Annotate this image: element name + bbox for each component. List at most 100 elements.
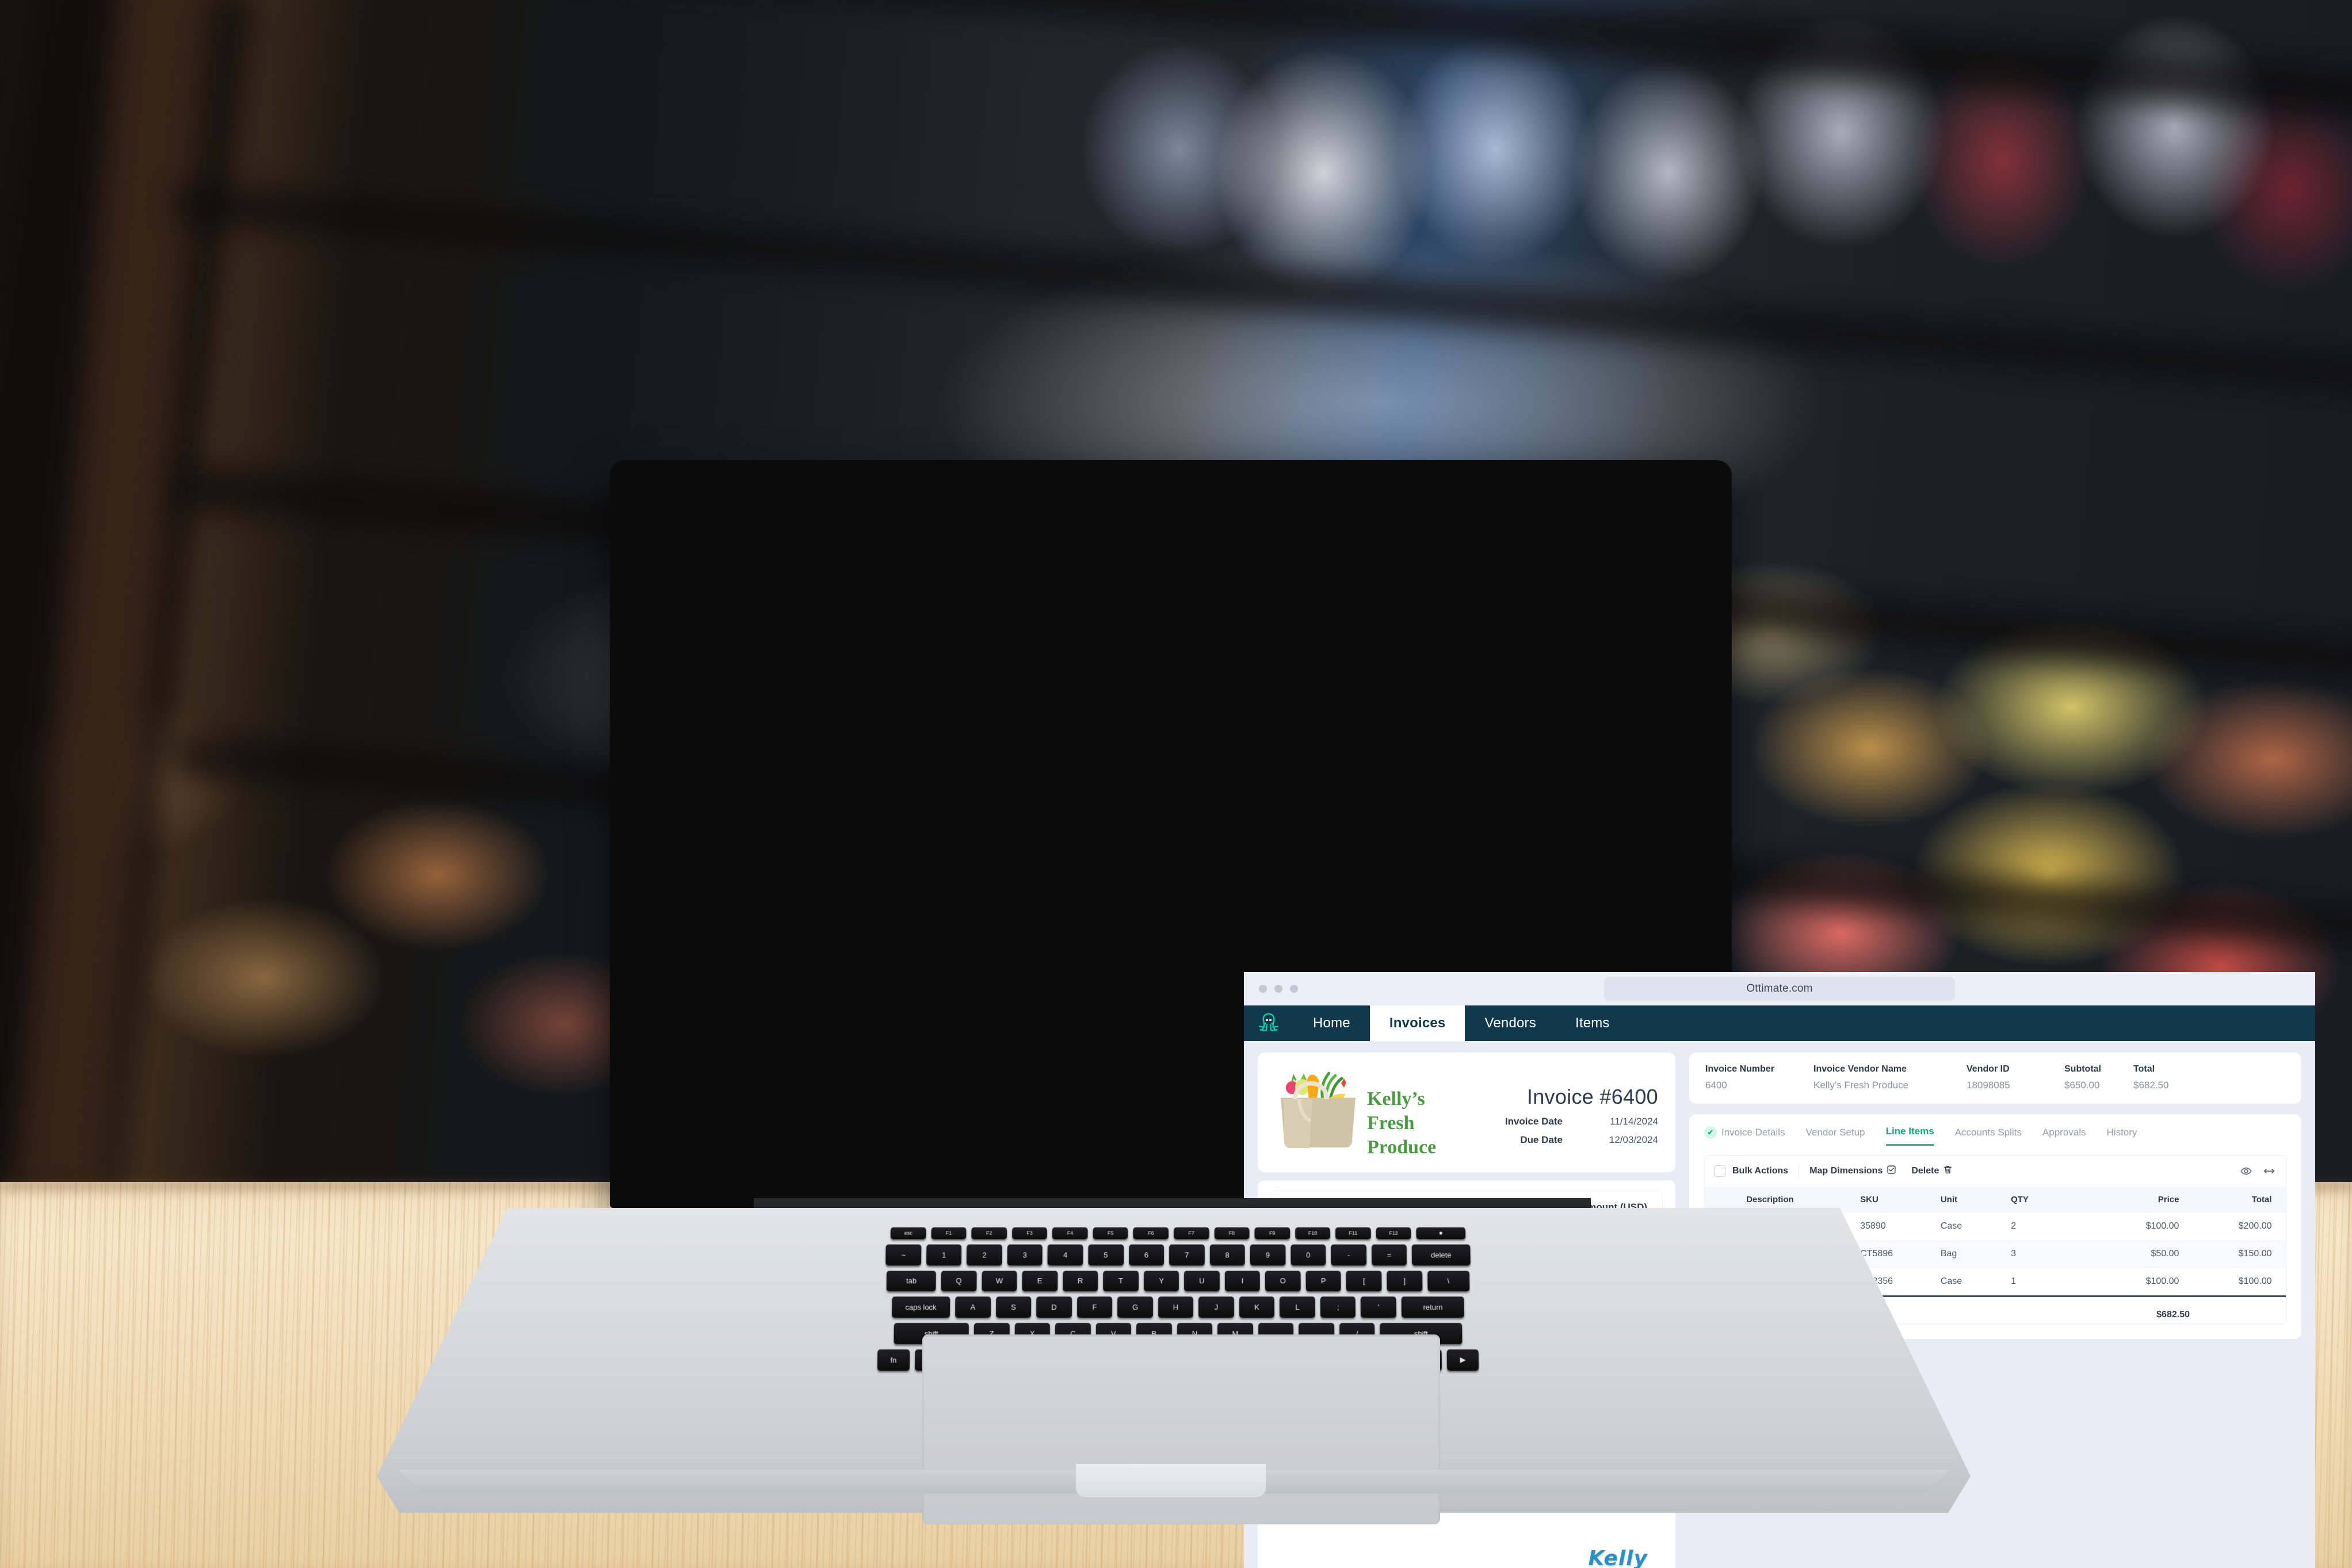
due-date-row: Due Date 12/03/2024 (1505, 1134, 1658, 1146)
keyboard-key[interactable]: E (1022, 1270, 1058, 1292)
keyboard-key[interactable]: Q (941, 1270, 977, 1292)
keyboard-key[interactable]: Y (1143, 1270, 1179, 1292)
keyboard-key[interactable]: F12 (1376, 1227, 1411, 1240)
keyboard-key[interactable]: F5 (1093, 1227, 1128, 1240)
keyboard-key[interactable]: J (1198, 1297, 1234, 1318)
delete-button[interactable]: Delete (1911, 1165, 1953, 1177)
keyboard-key[interactable]: O (1265, 1270, 1301, 1292)
invoice-date-value: 11/14/2024 (1610, 1116, 1658, 1127)
keyboard-key[interactable]: H (1158, 1297, 1194, 1318)
keyboard-key[interactable]: ] (1387, 1270, 1423, 1292)
keyboard-key[interactable]: F3 (1011, 1227, 1048, 1240)
keyboard-key[interactable]: 0 (1290, 1244, 1326, 1265)
keyboard-key[interactable]: F6 (1133, 1227, 1169, 1240)
nav-tab-items[interactable]: Items (1556, 1005, 1629, 1041)
nav-tab-home[interactable]: Home (1293, 1005, 1370, 1041)
address-bar[interactable]: Ottimate.com (1604, 977, 1955, 1001)
keyboard-key[interactable]: delete (1412, 1244, 1471, 1265)
keyboard-key[interactable]: F8 (1214, 1227, 1250, 1240)
keyboard-key[interactable]: ■ (1416, 1227, 1466, 1240)
keyboard-key[interactable]: caps lock (891, 1297, 950, 1318)
bulk-actions-label: Bulk Actions (1732, 1166, 1789, 1176)
keyboard-key[interactable]: F4 (1052, 1227, 1088, 1240)
tab-accounts-splits[interactable]: Accounts Splits (1955, 1127, 2022, 1145)
summary-value: $682.50 (2133, 1080, 2169, 1091)
tab-line-items[interactable]: Line Items (1885, 1126, 1934, 1146)
keyboard-key[interactable]: ' (1361, 1297, 1396, 1318)
check-icon: ✔ (1704, 1126, 1717, 1139)
summary-vendor-id: Vendor ID 18098085 (1967, 1064, 2059, 1091)
th-qty: QTY (2011, 1187, 2091, 1213)
keyboard-key[interactable]: 8 (1209, 1244, 1245, 1265)
keyboard-key[interactable]: tab (887, 1270, 936, 1292)
keyboard-key[interactable]: 3 (1007, 1244, 1043, 1265)
keyboard-key[interactable]: ▶ (1446, 1349, 1479, 1371)
select-all-checkbox[interactable] (1714, 1165, 1725, 1177)
keyboard-key[interactable]: 1 (926, 1244, 962, 1265)
keyboard-key[interactable]: 7 (1169, 1244, 1205, 1265)
horizontal-resize-icon[interactable] (2262, 1164, 2277, 1179)
tab-label: Vendor Setup (1805, 1126, 1865, 1138)
summary-key: Invoice Number (1705, 1064, 1775, 1074)
brand-line-1: Kelly’s (1367, 1088, 1425, 1110)
keyboard-key[interactable]: F10 (1295, 1227, 1331, 1240)
nav-tab-vendors[interactable]: Vendors (1465, 1005, 1555, 1041)
keyboard-key[interactable]: 5 (1088, 1244, 1124, 1265)
keyboard-key[interactable]: I (1224, 1270, 1261, 1292)
tab-approvals[interactable]: Approvals (2042, 1127, 2086, 1145)
keyboard-key[interactable]: P (1305, 1270, 1342, 1292)
octopus-logo-icon[interactable] (1244, 1005, 1293, 1041)
keyboard-key[interactable]: K (1239, 1297, 1275, 1318)
keyboard-key[interactable]: [ (1346, 1270, 1382, 1292)
tab-invoice-details[interactable]: ✔ Invoice Details (1704, 1126, 1785, 1146)
keyboard-key[interactable]: U (1184, 1270, 1220, 1292)
keyboard-key[interactable]: fn (877, 1349, 910, 1371)
keyboard-key[interactable]: esc (890, 1227, 926, 1240)
keyboard-key[interactable]: T (1103, 1270, 1139, 1292)
keyboard-row: ~1 2 3 4 5 6 7 8 9 0- = delete (579, 1244, 1776, 1265)
map-dimensions-button[interactable]: Map Dimensions (1809, 1165, 1896, 1177)
nav-tab-label: Home (1313, 1015, 1350, 1031)
keyboard-key[interactable]: ~ (885, 1244, 922, 1265)
keyboard-key[interactable]: = (1371, 1244, 1407, 1265)
th-total: Total (2191, 1187, 2286, 1213)
keyboard-key[interactable]: 4 (1047, 1244, 1083, 1265)
keyboard-key[interactable]: F1 (931, 1227, 967, 1240)
nav-tab-label: Vendors (1484, 1015, 1536, 1031)
keyboard-key[interactable]: F11 (1335, 1227, 1371, 1240)
keyboard-key[interactable]: 9 (1250, 1244, 1286, 1265)
tab-history[interactable]: History (2107, 1127, 2137, 1145)
cell-sku: CT5896 (1860, 1240, 1941, 1268)
keyboard-key[interactable]: ; (1320, 1297, 1356, 1318)
keyboard-key[interactable]: R (1062, 1270, 1098, 1292)
keyboard-key[interactable]: G (1117, 1297, 1153, 1318)
keyboard-key[interactable]: S (995, 1297, 1032, 1318)
keyboard-key[interactable]: D (1036, 1297, 1072, 1318)
summary-value: 6400 (1705, 1080, 1727, 1091)
grocery-bag-icon (1275, 1068, 1361, 1154)
tab-vendor-setup[interactable]: Vendor Setup (1806, 1127, 1865, 1145)
due-date-label: Due Date (1520, 1134, 1563, 1145)
keyboard-key[interactable]: W (981, 1270, 1017, 1292)
keyboard-key[interactable]: 6 (1128, 1244, 1164, 1265)
keyboard-key[interactable]: return (1401, 1297, 1465, 1318)
keyboard-key[interactable]: F7 (1174, 1227, 1209, 1240)
trash-icon (1943, 1165, 1953, 1177)
cell-qty: 1 (2011, 1276, 2016, 1286)
bulk-actions-toolbar: Bulk Actions Map Dimensions Delete (1705, 1156, 2286, 1187)
window-controls[interactable] (1259, 985, 1298, 993)
keyboard-key[interactable]: - (1331, 1244, 1367, 1265)
nav-tab-invoices[interactable]: Invoices (1369, 1005, 1465, 1041)
keyboard-key[interactable]: F9 (1254, 1227, 1290, 1240)
summary-key: Invoice Vendor Name (1813, 1064, 1907, 1074)
keyboard-key[interactable]: L (1280, 1297, 1315, 1318)
url-text: Ottimate.com (1746, 982, 1813, 995)
keyboard-key[interactable]: \ (1427, 1270, 1469, 1292)
keyboard-key[interactable]: A (955, 1297, 991, 1318)
keyboard-key[interactable]: F2 (971, 1227, 1007, 1240)
eye-icon[interactable] (2239, 1164, 2254, 1179)
keyboard-key[interactable]: 2 (967, 1244, 1002, 1265)
signature-line-1: Kelly (1588, 1547, 1648, 1568)
keyboard-key[interactable]: F (1076, 1297, 1113, 1318)
summary-total: Total $682.50 (2133, 1064, 2197, 1091)
